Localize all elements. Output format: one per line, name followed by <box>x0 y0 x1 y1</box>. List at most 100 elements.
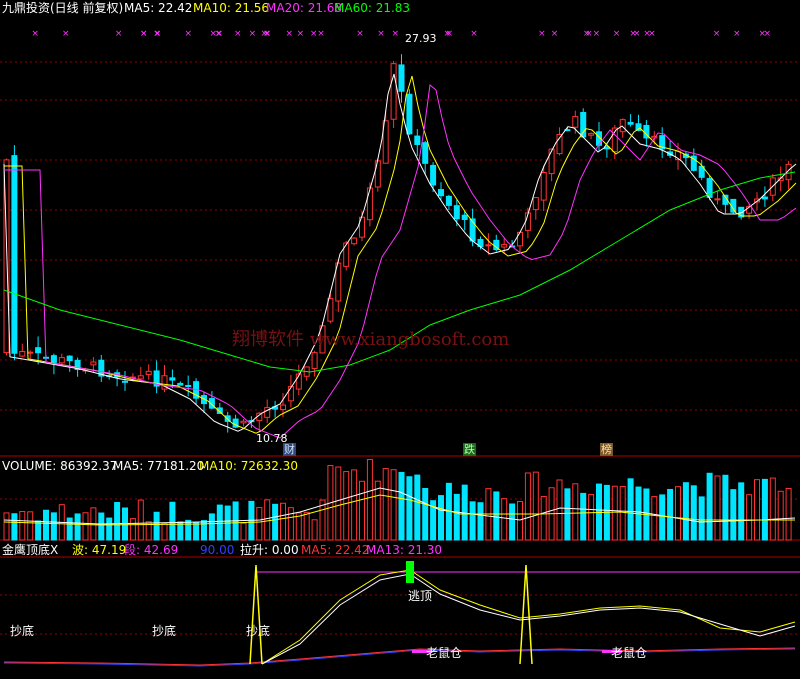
volume-bar <box>398 471 405 541</box>
volume-bar <box>477 502 484 541</box>
spike-2 <box>519 564 533 665</box>
top-marker: × <box>713 29 721 39</box>
candle-body <box>619 119 626 133</box>
volume-bar <box>374 480 381 541</box>
volume-bar <box>43 509 49 541</box>
signal-rat-1: 老鼠仓 <box>426 646 463 660</box>
volume-bar <box>556 479 563 541</box>
volume-bar <box>532 471 539 541</box>
top-marker: × <box>648 29 656 39</box>
volume-bar <box>738 482 745 541</box>
volume-bar <box>706 472 713 541</box>
candle-body <box>390 63 397 120</box>
volume-bar <box>106 517 113 541</box>
volume-bar <box>714 475 721 541</box>
top-marker: × <box>356 29 364 39</box>
volume-bar <box>169 501 176 541</box>
top-marker: × <box>551 29 559 39</box>
volume-bar <box>722 474 729 541</box>
top-marker: × <box>31 29 39 39</box>
indicator-seg: 段: 42.69 <box>124 543 179 557</box>
volume-bar <box>137 499 144 541</box>
spike-1 <box>249 564 263 665</box>
indicator-ma13: MA13: 21.30 <box>366 543 443 557</box>
volume-bar <box>690 485 697 541</box>
top-marker: × <box>629 29 637 39</box>
volume-bar <box>390 469 397 541</box>
volume-bar <box>682 482 689 541</box>
volume-bar <box>366 458 373 541</box>
candle-body <box>438 189 444 197</box>
candle-body <box>137 375 144 380</box>
marker-die[interactable]: 跌 <box>463 443 476 456</box>
candle-body <box>145 370 152 375</box>
high-price-label: 27.93 <box>405 32 437 45</box>
top-marker: × <box>764 29 772 39</box>
candle-body <box>430 164 437 186</box>
top-marker: × <box>391 29 399 39</box>
candle-body <box>366 187 373 221</box>
candle-body <box>11 155 18 354</box>
volume-ma5-readout: MA5: 77181.20 <box>113 459 205 473</box>
volume-bar <box>311 519 318 541</box>
volume-bar <box>272 503 279 541</box>
candle-body <box>35 347 42 354</box>
volume-bar <box>540 496 547 541</box>
top-marker: × <box>538 29 546 39</box>
volume-bar <box>280 502 286 541</box>
volume-bar <box>3 512 10 541</box>
marker-bang[interactable]: 榜 <box>600 443 613 456</box>
watermark: 翔博软件 www.xiangbosoft.com <box>232 329 510 350</box>
volume-bar <box>769 477 776 541</box>
candle-body <box>406 93 413 135</box>
signal-bottom-2: 抄底 <box>152 624 177 638</box>
candle-body <box>351 237 358 245</box>
candle-body <box>177 382 184 386</box>
candle-body <box>532 197 539 211</box>
volume-bar <box>777 490 784 541</box>
volume-bar <box>611 485 618 541</box>
volume-bar <box>627 478 634 541</box>
volume-bar <box>256 506 263 541</box>
top-marker: × <box>377 29 385 39</box>
volume-bar <box>82 512 89 541</box>
candle-body <box>714 198 721 201</box>
signal-bottom-1: 抄底 <box>10 624 35 638</box>
volume-bar <box>295 512 302 541</box>
volume-bar <box>493 491 500 541</box>
volume-bar <box>129 518 136 541</box>
top-marker: × <box>310 29 318 39</box>
volume-bar <box>185 519 192 541</box>
indicator-level: 90.00 <box>200 543 235 557</box>
top-marker: × <box>185 29 193 39</box>
indicator-wave: 波: 47.19 <box>72 543 127 557</box>
candle-body <box>185 384 192 387</box>
volume-bar <box>193 521 200 541</box>
volume-bar <box>343 471 350 541</box>
volume-bar <box>359 480 365 541</box>
signal-escape-top: 逃顶 <box>408 589 433 603</box>
volume-bar <box>746 494 753 541</box>
volume-bar <box>208 513 215 541</box>
volume-bar <box>382 468 389 541</box>
candle-body <box>90 361 97 366</box>
indicator-name: 金鹰顶底X <box>2 543 59 557</box>
volume-bar <box>422 488 429 541</box>
volume-bar <box>406 476 413 541</box>
candle-body <box>461 214 468 220</box>
top-marker: × <box>445 29 453 39</box>
volume-bar <box>74 513 81 541</box>
volume-bar <box>161 522 168 541</box>
candle-body <box>240 420 247 424</box>
volume-bar <box>453 493 460 541</box>
volume-bar <box>66 517 73 541</box>
top-marker: × <box>209 29 217 39</box>
indicator-ma-line <box>3 647 796 666</box>
volume-bar <box>11 513 18 541</box>
candle-body <box>374 160 381 188</box>
volume-bar <box>114 502 121 541</box>
marker-cai[interactable]: 财 <box>283 443 296 456</box>
indicator-ma5: MA5: 22.42 <box>301 543 370 557</box>
top-marker: × <box>593 29 601 39</box>
volume-bar <box>287 507 294 541</box>
